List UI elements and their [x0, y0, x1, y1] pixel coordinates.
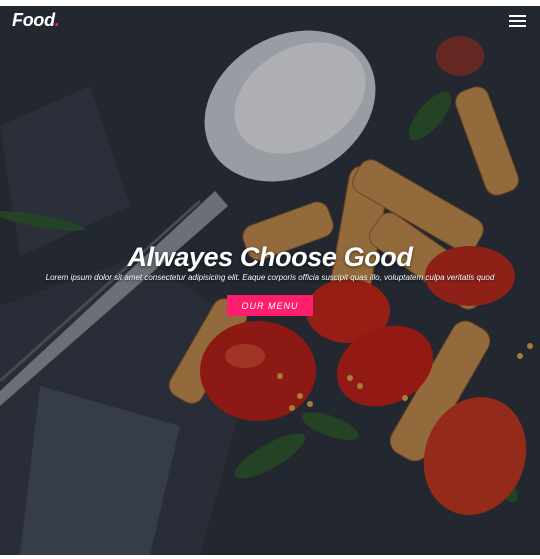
hero-subtitle: Lorem ipsum dolor sit amet consectetur a…: [45, 273, 495, 282]
menu-icon-bar: [509, 15, 526, 17]
our-menu-button[interactable]: OUR MENU: [227, 295, 313, 316]
menu-icon-bar: [509, 25, 526, 27]
hero-headline: Alwayes Choose Good: [127, 242, 413, 272]
menu-icon-bar: [509, 20, 526, 22]
hamburger-menu-icon[interactable]: [509, 14, 527, 28]
brand-dot: .: [54, 10, 60, 30]
brand-logo[interactable]: Food.: [12, 10, 60, 31]
brand-name: Food: [12, 10, 55, 30]
hero-content: Alwayes Choose Good Lorem ipsum dolor si…: [0, 240, 540, 316]
navbar: Food.: [0, 6, 540, 36]
